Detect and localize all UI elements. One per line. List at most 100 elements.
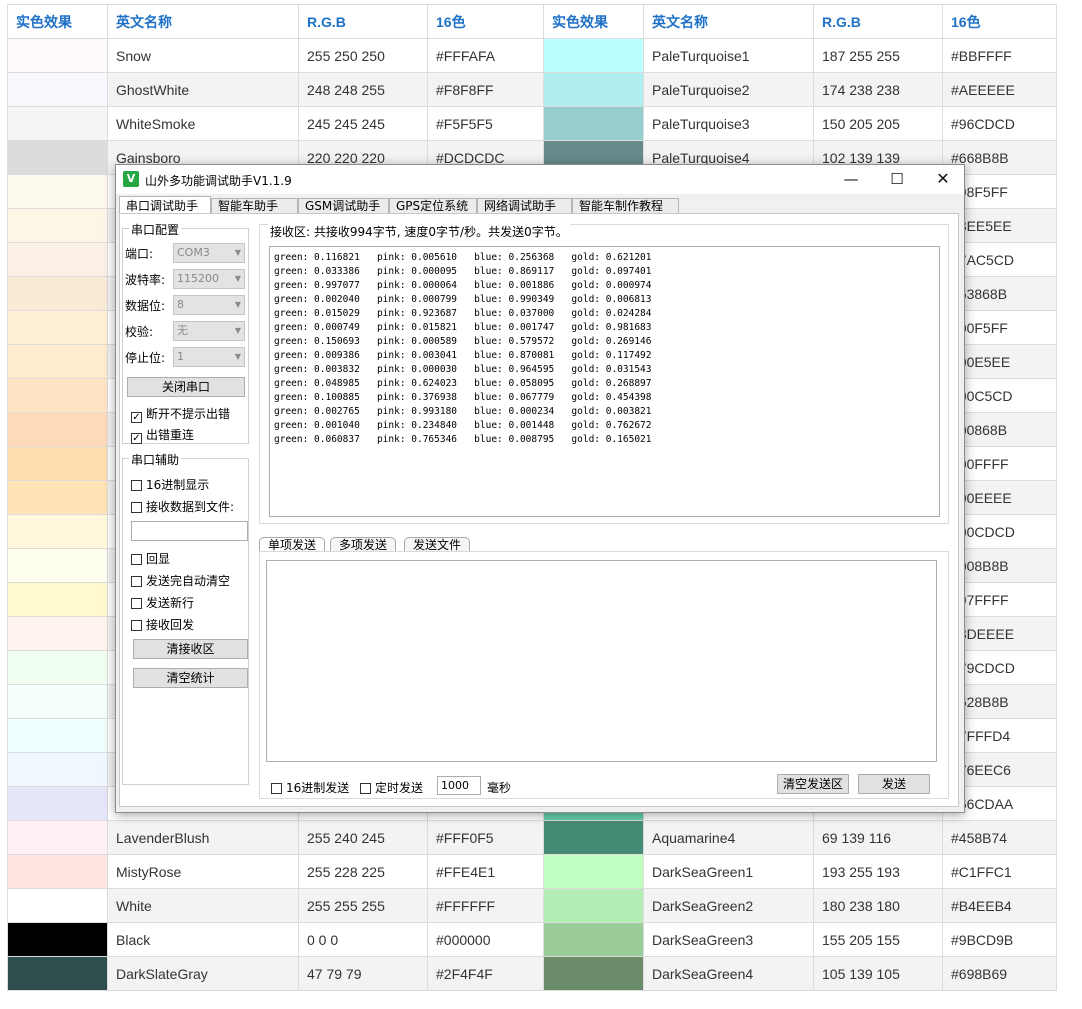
receive-line: green: 0.000749 pink: 0.015821 blue: 0.0… <box>274 322 652 333</box>
tab-single-send[interactable]: 单项发送 <box>259 537 326 552</box>
title-bar[interactable]: V 山外多功能调试助手V1.1.9 — ☐ ✕ <box>116 165 964 194</box>
file-path-input[interactable] <box>131 521 248 541</box>
checkbox-icon <box>131 620 142 631</box>
name-cell: PaleTurquoise1 <box>643 38 814 73</box>
name-cell: LavenderBlush <box>107 820 299 855</box>
tab-network[interactable]: 网络调试助手 <box>477 198 572 214</box>
data-bits-select[interactable]: 8 ▼ <box>173 295 245 315</box>
timed-send-label: 定时发送 <box>375 781 424 795</box>
reconnect-checkbox[interactable]: ✓ 出错重连 <box>131 426 194 444</box>
table-row: GhostWhite 248 248 255 #F8F8FF PaleTurquois… <box>7 72 1057 107</box>
baud-select[interactable]: 115200 ▼ <box>173 269 245 289</box>
rx-resend-checkbox[interactable]: 接收回发 <box>131 616 194 633</box>
tab-tutorial[interactable]: 智能车制作教程 <box>572 198 679 214</box>
serial-tab-panel: 串口配置 端口: COM3 ▼ 波特率: 115200 ▼ 数据位: 8 ▼ 校验: … <box>119 213 959 807</box>
name-cell: PaleTurquoise3 <box>643 106 814 141</box>
hex-cell: #698B69 <box>942 956 1057 991</box>
send-newline-checkbox[interactable]: 发送新行 <box>131 594 194 611</box>
table-row: LavenderBlush 255 240 245 #FFF0F5 Aquamarin… <box>7 820 1057 855</box>
close-button[interactable]: ✕ <box>920 165 966 194</box>
auto-clear-checkbox[interactable]: 发送完自动清空 <box>131 572 230 589</box>
receive-line: green: 0.033386 pink: 0.000095 blue: 0.8… <box>274 266 652 277</box>
swatch-cell <box>7 174 108 209</box>
swatch-cell <box>543 72 644 107</box>
table-row: White 255 255 255 #FFFFFF DarkSeaGreen2 180 … <box>7 888 1057 923</box>
table-row: WhiteSmoke 245 245 245 #F5F5F5 PaleTurquois… <box>7 106 1057 141</box>
swatch-cell <box>7 310 108 345</box>
rgb-cell: 255 255 255 <box>298 888 428 923</box>
clear-stats-button[interactable]: 清空统计 <box>133 668 248 688</box>
send-textarea[interactable] <box>266 560 937 762</box>
receive-textarea[interactable]: green: 0.116821 pink: 0.005610 blue: 0.2… <box>269 246 940 517</box>
swatch-cell <box>543 888 644 923</box>
receive-line: green: 0.100885 pink: 0.376938 blue: 0.0… <box>274 392 652 403</box>
checkbox-icon <box>131 554 142 565</box>
table-row: DarkSlateGray 47 79 79 #2F4F4F DarkSeaGreen… <box>7 956 1057 991</box>
stop-bits-label: 停止位: <box>125 351 166 365</box>
swatch-cell <box>543 854 644 889</box>
save-to-file-checkbox[interactable]: 接收数据到文件: <box>131 498 234 515</box>
swatch-cell <box>7 72 108 107</box>
swatch-cell <box>7 208 108 243</box>
hex-cell: #AEEEEE <box>942 72 1057 107</box>
tab-send-file[interactable]: 发送文件 <box>404 537 471 552</box>
stop-bits-select[interactable]: 1 ▼ <box>173 347 245 367</box>
tab-multi-send[interactable]: 多项发送 <box>330 537 397 552</box>
rx-resend-label: 接收回发 <box>146 618 195 632</box>
clear-rx-button[interactable]: 清接收区 <box>133 639 248 659</box>
name-cell: DarkSlateGray <box>107 956 299 991</box>
receive-lines: green: 0.116821 pink: 0.005610 blue: 0.2… <box>274 251 652 447</box>
port-select[interactable]: COM3 ▼ <box>173 243 245 263</box>
hex-cell: #F8F8FF <box>427 72 544 107</box>
tab-gsm[interactable]: GSM调试助手 <box>298 198 389 214</box>
echo-label: 回显 <box>146 552 171 566</box>
chevron-down-icon: ▼ <box>234 248 241 257</box>
name-cell: WhiteSmoke <box>107 106 299 141</box>
hex-cell: #F5F5F5 <box>427 106 544 141</box>
swatch-cell <box>7 412 108 447</box>
receive-line: green: 0.002765 pink: 0.993180 blue: 0.0… <box>274 406 652 417</box>
rgb-cell: 193 255 193 <box>813 854 943 889</box>
echo-checkbox[interactable]: 回显 <box>131 550 170 567</box>
no-error-prompt-checkbox[interactable]: ✓ 断开不提示出错 <box>131 405 230 423</box>
header-name-1: 英文名称 <box>107 4 299 39</box>
receive-line: green: 0.009386 pink: 0.003041 blue: 0.8… <box>274 350 652 361</box>
hex-display-checkbox[interactable]: 16进制显示 <box>131 476 209 493</box>
header-rgb-1: R.G.B <box>298 4 428 39</box>
port-value: COM3 <box>177 246 210 259</box>
receive-line: green: 0.997077 pink: 0.000064 blue: 0.0… <box>274 280 652 291</box>
hex-cell: #2F4F4F <box>427 956 544 991</box>
interval-input[interactable]: 1000 <box>437 776 481 795</box>
swatch-cell <box>543 820 644 855</box>
swatch-cell <box>7 684 108 719</box>
swatch-cell <box>7 956 108 991</box>
checkbox-icon <box>271 783 282 794</box>
table-row: MistyRose 255 228 225 #FFE4E1 DarkSeaGreen1… <box>7 854 1057 889</box>
maximize-button[interactable]: ☐ <box>874 165 920 194</box>
checkbox-checked-icon: ✓ <box>131 412 142 423</box>
serial-assist-title: 串口辅助 <box>129 451 182 468</box>
swatch-cell <box>543 956 644 991</box>
checkbox-icon <box>131 502 142 513</box>
clear-send-button[interactable]: 清空发送区 <box>777 774 849 794</box>
send-newline-label: 发送新行 <box>146 596 195 610</box>
close-port-button[interactable]: 关闭串口 <box>127 377 245 397</box>
rgb-cell: 69 139 116 <box>813 820 943 855</box>
tab-gps[interactable]: GPS定位系统 <box>389 198 477 214</box>
hex-cell: #FFFFFF <box>427 888 544 923</box>
parity-select[interactable]: 无 ▼ <box>173 321 245 341</box>
name-cell: Black <box>107 922 299 957</box>
hex-send-checkbox[interactable]: 16进制发送 <box>271 779 349 796</box>
minimize-button[interactable]: — <box>828 165 874 194</box>
timed-send-checkbox[interactable]: 定时发送 <box>360 779 423 796</box>
swatch-cell <box>7 140 108 175</box>
tab-smart-car[interactable]: 智能车助手 <box>211 198 298 214</box>
receive-line: green: 0.116821 pink: 0.005610 blue: 0.2… <box>274 252 652 263</box>
swatch-cell <box>7 446 108 481</box>
hex-cell: #BBFFFF <box>942 38 1057 73</box>
save-to-file-label: 接收数据到文件: <box>146 500 235 514</box>
send-button[interactable]: 发送 <box>858 774 930 794</box>
swatch-cell <box>7 922 108 957</box>
receive-line: green: 0.003832 pink: 0.000030 blue: 0.9… <box>274 364 652 375</box>
receive-group: 接收区: 共接收994字节, 速度0字节/秒。共发送0字节。 green: 0.… <box>259 223 949 524</box>
